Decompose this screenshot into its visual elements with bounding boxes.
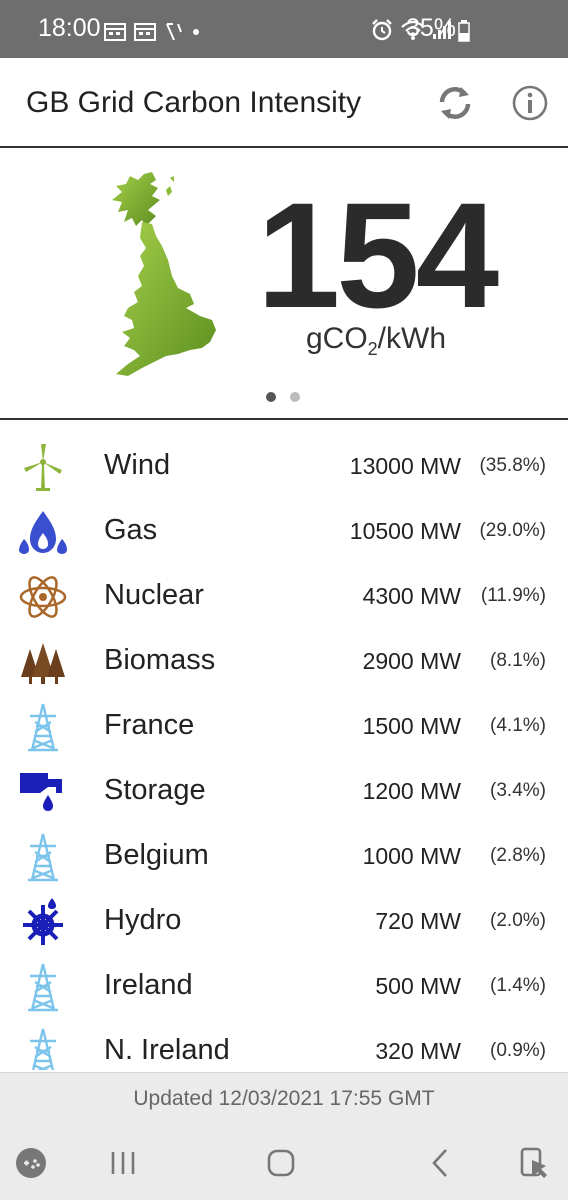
source-name: Hydro xyxy=(104,904,182,936)
source-percent: (4.1%) xyxy=(490,715,546,736)
list-item: Wind 13000 MW (35.8%) xyxy=(0,434,568,499)
generation-list[interactable]: Wind 13000 MW (35.8%) Gas 10500 MW (29.0… xyxy=(0,434,568,1070)
source-mw: 1500 MW xyxy=(362,713,461,739)
source-percent: (1.4%) xyxy=(490,975,546,996)
calendar-icon xyxy=(134,23,156,41)
water-tap-icon xyxy=(20,773,62,811)
carbon-intensity-panel[interactable]: 154 gCO2/kWh xyxy=(0,150,568,420)
pylon-icon xyxy=(28,703,58,752)
list-item: Gas 10500 MW (29.0%) xyxy=(0,499,568,564)
alarm-icon xyxy=(372,19,392,41)
page-dot xyxy=(290,392,300,402)
footer: Updated 12/03/2021 17:55 GMT xyxy=(0,1072,568,1125)
source-mw: 10500 MW xyxy=(349,518,461,544)
app-bar: GB Grid Carbon Intensity xyxy=(0,58,568,148)
missed-call-icon xyxy=(166,23,182,41)
more-dot-icon xyxy=(193,29,199,35)
page-indicator xyxy=(266,392,300,402)
water-wheel-icon xyxy=(23,898,63,945)
wind-turbine-icon xyxy=(24,444,62,491)
source-mw: 720 MW xyxy=(375,908,461,934)
atom-icon xyxy=(19,576,67,618)
updated-timestamp: Updated 12/03/2021 17:55 GMT xyxy=(133,1087,435,1110)
source-name: Storage xyxy=(104,774,206,806)
source-percent: (35.8%) xyxy=(479,455,546,476)
source-mw: 320 MW xyxy=(375,1038,461,1064)
source-percent: (0.9%) xyxy=(490,1040,546,1061)
source-percent: (8.1%) xyxy=(490,650,546,671)
carbon-intensity-unit: gCO2/kWh xyxy=(305,322,447,359)
refresh-button[interactable] xyxy=(434,82,476,124)
status-time: 18:00 xyxy=(38,14,101,42)
status-bar: 18:00 35% xyxy=(0,0,568,58)
info-button[interactable] xyxy=(511,84,549,122)
list-item: Biomass 2900 MW (8.1%) xyxy=(0,629,568,694)
battery-icon xyxy=(458,20,470,42)
source-name: Wind xyxy=(104,449,171,481)
pylon-icon xyxy=(30,1028,56,1070)
recent-apps-icon[interactable] xyxy=(106,1146,140,1180)
pylon-icon xyxy=(28,963,58,1012)
system-nav-bar xyxy=(0,1124,568,1200)
source-name: France xyxy=(104,709,195,741)
back-icon[interactable] xyxy=(424,1146,458,1180)
screen-accessibility-icon[interactable] xyxy=(518,1146,552,1180)
source-percent: (2.8%) xyxy=(490,845,546,866)
home-icon[interactable] xyxy=(264,1146,298,1180)
trees-icon xyxy=(21,643,65,684)
list-item: Nuclear 4300 MW (11.9%) xyxy=(0,564,568,629)
app-title: GB Grid Carbon Intensity xyxy=(26,86,362,119)
notification-icons xyxy=(104,22,200,42)
list-item: Hydro 720 MW (2.0%) xyxy=(0,889,568,954)
gas-flame-icon xyxy=(19,511,67,554)
source-mw: 1200 MW xyxy=(362,778,461,804)
calendar-icon xyxy=(104,23,126,41)
page-dot-active xyxy=(266,392,276,402)
battery-percent: 35% xyxy=(405,14,456,42)
source-mw: 13000 MW xyxy=(349,453,461,479)
pylon-icon xyxy=(28,833,58,882)
source-name: Ireland xyxy=(104,969,193,1001)
carbon-intensity-value: 154 xyxy=(256,171,499,339)
source-mw: 2900 MW xyxy=(362,648,461,674)
list-item: France 1500 MW (4.1%) xyxy=(0,694,568,759)
source-mw: 1000 MW xyxy=(362,843,461,869)
list-item: Ireland 500 MW (1.4%) xyxy=(0,954,568,1019)
source-mw: 500 MW xyxy=(375,973,461,999)
source-name: Belgium xyxy=(104,839,209,871)
list-item: N. Ireland 320 MW (0.9%) xyxy=(0,1019,568,1070)
source-percent: (2.0%) xyxy=(490,910,546,931)
source-name: N. Ireland xyxy=(104,1034,230,1066)
source-percent: (29.0%) xyxy=(479,520,546,541)
source-name: Biomass xyxy=(104,644,216,676)
list-item: Storage 1200 MW (3.4%) xyxy=(0,759,568,824)
source-name: Nuclear xyxy=(104,579,204,611)
game-launcher-icon[interactable] xyxy=(14,1146,48,1180)
source-mw: 4300 MW xyxy=(362,583,461,609)
uk-map-icon xyxy=(112,172,216,376)
source-percent: (3.4%) xyxy=(490,780,546,801)
source-percent: (11.9%) xyxy=(480,585,546,606)
list-item: Belgium 1000 MW (2.8%) xyxy=(0,824,568,889)
source-name: Gas xyxy=(104,514,158,546)
